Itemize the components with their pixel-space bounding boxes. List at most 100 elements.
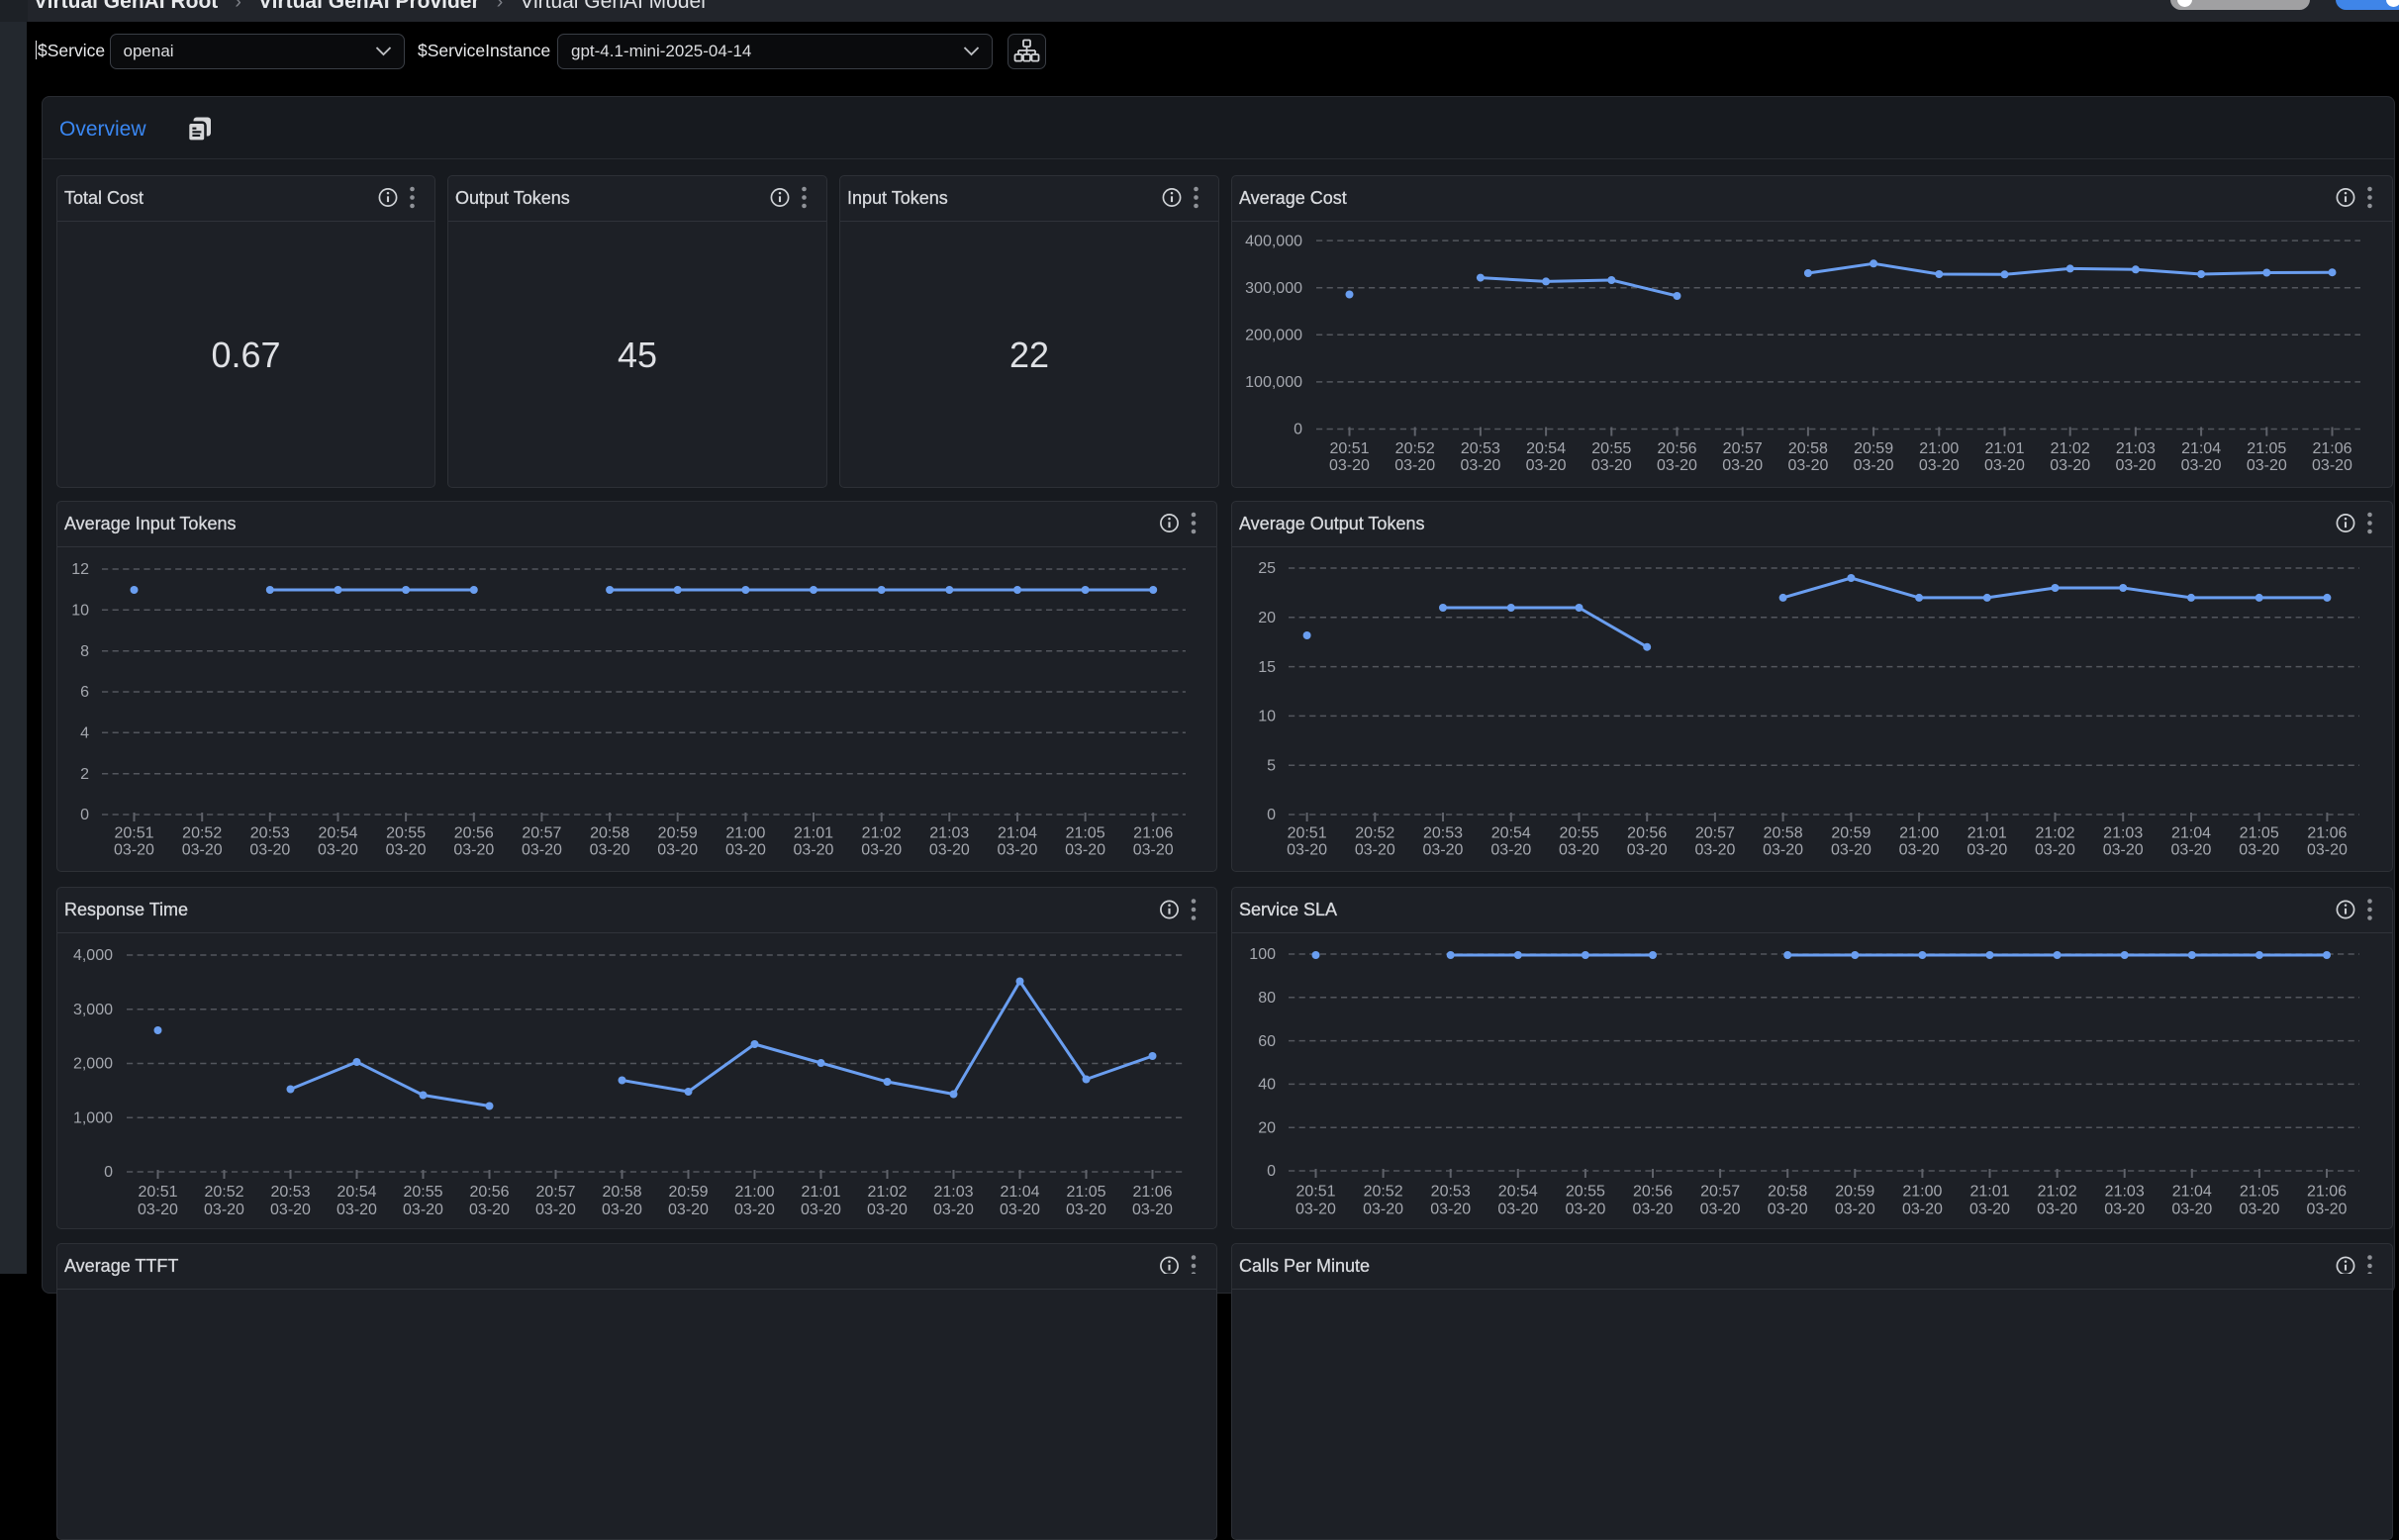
svg-text:10: 10 [1258,709,1276,725]
svg-text:20:57: 20:57 [522,824,561,841]
svg-text:03-20: 03-20 [1497,1201,1538,1217]
svg-text:03-20: 03-20 [2171,1201,2212,1217]
svg-text:03-20: 03-20 [2239,1201,2279,1217]
svg-text:03-20: 03-20 [1430,1201,1471,1217]
svg-text:03-20: 03-20 [403,1202,443,1218]
svg-text:20:51: 20:51 [114,824,153,841]
svg-text:20:56: 20:56 [469,1184,509,1201]
svg-text:03-20: 03-20 [1565,1201,1605,1217]
svg-text:20:57: 20:57 [535,1184,575,1201]
svg-text:03-20: 03-20 [794,841,834,858]
svg-text:03-20: 03-20 [2171,841,2212,858]
svg-text:03-20: 03-20 [801,1202,841,1218]
svg-text:3,000: 3,000 [73,1002,113,1018]
svg-text:21:00: 21:00 [1902,1183,1942,1200]
svg-text:03-20: 03-20 [2247,457,2287,474]
svg-text:03-20: 03-20 [590,841,630,858]
svg-text:20:57: 20:57 [1700,1183,1740,1200]
svg-text:0: 0 [1294,422,1302,438]
svg-text:20:54: 20:54 [1526,440,1566,457]
svg-text:03-20: 03-20 [1835,1201,1875,1217]
svg-text:20:51: 20:51 [138,1184,177,1201]
svg-text:03-20: 03-20 [2050,457,2090,474]
svg-text:20:53: 20:53 [1461,440,1500,457]
svg-text:20:56: 20:56 [454,824,494,841]
svg-text:21:06: 21:06 [2307,1183,2347,1200]
svg-text:03-20: 03-20 [861,841,902,858]
svg-text:21:05: 21:05 [1066,824,1105,841]
svg-text:20:53: 20:53 [1423,824,1463,841]
svg-text:20:54: 20:54 [1498,1183,1538,1200]
svg-text:100,000: 100,000 [1245,374,1302,391]
svg-text:21:04: 21:04 [2181,440,2221,457]
svg-text:03-20: 03-20 [657,841,698,858]
svg-text:20:52: 20:52 [1395,440,1435,457]
svg-text:03-20: 03-20 [249,841,290,858]
svg-text:03-20: 03-20 [1287,841,1327,858]
svg-text:03-20: 03-20 [2037,1201,2077,1217]
svg-text:20:52: 20:52 [182,824,222,841]
svg-text:03-20: 03-20 [469,1202,510,1218]
svg-text:4: 4 [80,725,89,742]
svg-text:03-20: 03-20 [204,1202,244,1218]
svg-text:21:03: 21:03 [2116,440,2156,457]
svg-text:03-20: 03-20 [1967,841,2007,858]
svg-text:03-20: 03-20 [1065,841,1105,858]
svg-text:03-20: 03-20 [1132,1202,1173,1218]
svg-text:21:02: 21:02 [867,1184,907,1201]
svg-text:20:58: 20:58 [1768,1183,1807,1200]
svg-text:2: 2 [80,766,89,783]
svg-text:21:05: 21:05 [1066,1184,1105,1201]
svg-text:03-20: 03-20 [336,1202,377,1218]
svg-text:03-20: 03-20 [929,841,970,858]
svg-text:21:00: 21:00 [725,824,765,841]
svg-text:40: 40 [1258,1077,1276,1094]
svg-text:20:58: 20:58 [1764,824,1803,841]
svg-text:21:02: 21:02 [862,824,902,841]
svg-text:21:05: 21:05 [2240,1183,2279,1200]
svg-text:400,000: 400,000 [1245,233,1302,249]
svg-text:03-20: 03-20 [318,841,358,858]
svg-text:03-20: 03-20 [386,841,427,858]
svg-text:03-20: 03-20 [1295,1201,1336,1217]
svg-text:03-20: 03-20 [1627,841,1668,858]
svg-text:20:57: 20:57 [1695,824,1735,841]
svg-text:21:05: 21:05 [2247,440,2286,457]
svg-text:0: 0 [80,807,89,823]
svg-text:03-20: 03-20 [270,1202,311,1218]
svg-text:6: 6 [80,684,89,701]
svg-text:03-20: 03-20 [1722,457,1763,474]
svg-text:80: 80 [1258,990,1276,1007]
svg-text:20:59: 20:59 [658,824,698,841]
svg-text:20:51: 20:51 [1288,824,1327,841]
svg-text:20:56: 20:56 [1627,824,1667,841]
svg-text:03-20: 03-20 [522,841,562,858]
svg-text:03-20: 03-20 [2103,841,2144,858]
svg-text:03-20: 03-20 [1133,841,1174,858]
svg-text:03-20: 03-20 [1423,841,1464,858]
svg-text:20:58: 20:58 [602,1184,641,1201]
svg-text:03-20: 03-20 [1000,1202,1040,1218]
svg-text:21:03: 21:03 [2105,1183,2145,1200]
svg-text:4,000: 4,000 [73,947,113,964]
svg-text:21:04: 21:04 [998,824,1037,841]
svg-text:20:59: 20:59 [1831,824,1871,841]
svg-text:20:52: 20:52 [1364,1183,1403,1200]
svg-text:03-20: 03-20 [1969,1201,2010,1217]
svg-text:03-20: 03-20 [602,1202,642,1218]
svg-text:21:05: 21:05 [2240,824,2279,841]
svg-text:25: 25 [1258,560,1276,577]
svg-text:03-20: 03-20 [1633,1201,1674,1217]
svg-text:03-20: 03-20 [453,841,494,858]
svg-text:10: 10 [71,603,89,620]
svg-text:21:03: 21:03 [933,1184,973,1201]
svg-text:21:01: 21:01 [1984,440,2024,457]
svg-text:03-20: 03-20 [1066,1202,1106,1218]
svg-text:03-20: 03-20 [1902,1201,1943,1217]
svg-text:0: 0 [1267,807,1276,823]
svg-text:21:00: 21:00 [1899,824,1939,841]
svg-text:21:04: 21:04 [2171,824,2211,841]
svg-text:8: 8 [80,643,89,660]
svg-text:03-20: 03-20 [867,1202,908,1218]
svg-text:21:06: 21:06 [2312,440,2351,457]
